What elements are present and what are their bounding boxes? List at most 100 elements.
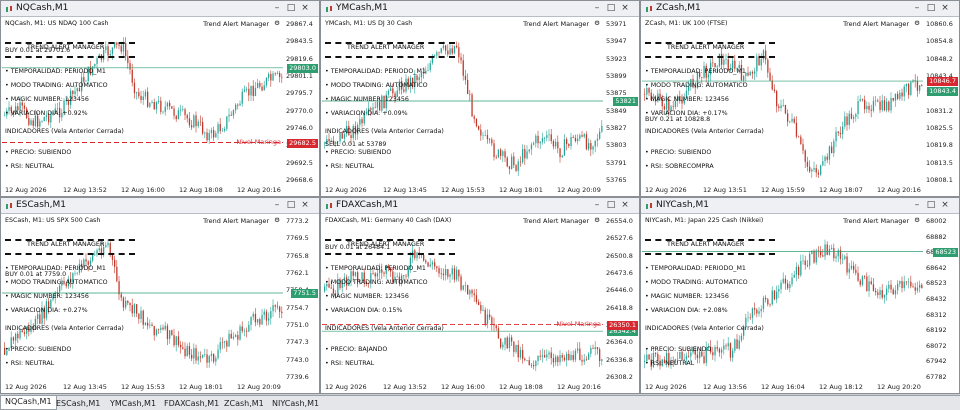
price-axis: 6800268882687626864268523684326831268192… bbox=[923, 215, 959, 381]
candle-body bbox=[550, 134, 552, 142]
candle-body bbox=[94, 64, 96, 67]
candle-body bbox=[460, 276, 462, 290]
candle-body bbox=[806, 264, 809, 266]
candle-body bbox=[387, 90, 390, 95]
settings-gear-icon[interactable]: ⚙ bbox=[274, 19, 280, 27]
candle-body bbox=[456, 269, 458, 280]
chart-window-ym[interactable]: YMCash,M1– □ × 53971 53947 53923 53899 53875 538… bbox=[320, 0, 640, 197]
candle-body bbox=[173, 335, 175, 346]
candle-body bbox=[506, 337, 508, 349]
candlestick-icon bbox=[326, 6, 332, 12]
candle-body bbox=[743, 75, 745, 81]
maximize-icon[interactable]: □ bbox=[285, 199, 297, 211]
symbol-tab[interactable]: NQCash,M1 bbox=[0, 396, 57, 410]
close-icon[interactable]: × bbox=[299, 199, 311, 211]
maximize-icon[interactable]: □ bbox=[605, 199, 617, 211]
settings-gear-icon[interactable]: ⚙ bbox=[594, 19, 600, 27]
candle-body bbox=[186, 346, 188, 357]
chart-window-nq[interactable]: NQCash,M1 – □ × 29867.4 29843.5 29819.6 29801.1… bbox=[0, 0, 320, 197]
symbol-tab[interactable]: ESCash,M1 bbox=[52, 398, 104, 409]
candle-body bbox=[28, 118, 30, 125]
candle-body bbox=[158, 329, 160, 331]
candle-body bbox=[780, 282, 782, 290]
chart-window-niy[interactable]: NIYCash,M1–□×680026888268762686426852368… bbox=[640, 197, 960, 394]
candle-body bbox=[756, 56, 758, 72]
candle-body bbox=[877, 100, 879, 102]
symbol-tab[interactable]: NIYCash,M1 bbox=[268, 398, 323, 409]
candle-body bbox=[453, 45, 456, 54]
open-order-label: SELL 0.01 at 53789 bbox=[325, 141, 387, 148]
candle-body bbox=[210, 353, 213, 357]
minimize-icon[interactable]: – bbox=[271, 199, 283, 211]
current-price-tag: 53821 bbox=[613, 97, 638, 106]
minimize-icon[interactable]: – bbox=[591, 2, 603, 14]
candle-body bbox=[469, 290, 471, 295]
price-axis-tick: 53803 bbox=[606, 141, 627, 150]
candle-body bbox=[592, 146, 594, 150]
price-axis-tick: 26473.6 bbox=[606, 269, 633, 277]
candle-body bbox=[74, 273, 76, 274]
close-icon[interactable]: × bbox=[299, 2, 311, 14]
candle-body bbox=[122, 297, 125, 308]
close-icon[interactable]: × bbox=[619, 2, 631, 14]
candle-body bbox=[511, 337, 513, 342]
price-axis-tick: 10860.6 bbox=[926, 20, 953, 28]
settings-gear-icon[interactable]: ⚙ bbox=[274, 216, 280, 224]
minimize-icon[interactable]: – bbox=[911, 199, 923, 211]
maximize-icon[interactable]: □ bbox=[925, 2, 937, 14]
close-icon[interactable]: × bbox=[619, 199, 631, 211]
candle-body bbox=[497, 328, 500, 339]
candle-body bbox=[872, 100, 875, 111]
candle-body bbox=[857, 272, 859, 281]
candle-body bbox=[758, 311, 760, 314]
candle-body bbox=[442, 45, 445, 49]
candle-body bbox=[451, 268, 453, 275]
candle-body bbox=[438, 52, 440, 53]
candle-body bbox=[140, 310, 142, 319]
chart-titlebar: NIYCash,M1 – □ × bbox=[641, 198, 959, 214]
candle-body bbox=[85, 259, 87, 262]
maximize-icon[interactable]: □ bbox=[285, 2, 297, 14]
rsi-row: • RSI: NEUTRAL bbox=[5, 360, 55, 367]
candle-body bbox=[535, 135, 537, 144]
candle-body bbox=[149, 324, 151, 326]
candle-body bbox=[815, 250, 817, 263]
close-icon[interactable]: × bbox=[939, 199, 951, 211]
candle-body bbox=[259, 319, 261, 325]
minimize-icon[interactable]: – bbox=[271, 2, 283, 14]
trend-alert-manager-label: Trend Alert Manager bbox=[843, 20, 909, 28]
time-axis-tick: 12 Aug 18:12 bbox=[819, 383, 863, 391]
candle-body bbox=[522, 149, 524, 163]
candle-body bbox=[769, 72, 771, 81]
symbol-tab[interactable]: ZCash,M1 bbox=[220, 398, 268, 409]
time-axis-tick: 12 Aug 13:52 bbox=[63, 186, 107, 194]
maximize-icon[interactable]: □ bbox=[925, 199, 937, 211]
chart-window-es[interactable]: ESCash,M1–□×7773.27769.57765.87762.17758… bbox=[0, 197, 320, 394]
price-axis-tick: 68072 bbox=[926, 341, 947, 350]
settings-gear-icon[interactable]: ⚙ bbox=[914, 19, 920, 27]
candle-body bbox=[526, 151, 528, 159]
close-icon[interactable]: × bbox=[939, 2, 951, 14]
chart-titlebar: FDAXCash,M1 – □ × bbox=[321, 198, 639, 214]
settings-gear-icon[interactable]: ⚙ bbox=[914, 216, 920, 224]
symbol-description: FDAXCash, M1: Germany 40 Cash (DAX) bbox=[325, 217, 452, 224]
candle-body bbox=[517, 344, 519, 358]
candle-body bbox=[96, 58, 98, 65]
chart-window-fdax[interactable]: FDAXCash,M1 – □ × 26554.0 26527.6 26500.8 26473… bbox=[320, 197, 640, 394]
candle-body bbox=[594, 347, 596, 349]
candle-body bbox=[883, 295, 886, 298]
price-axis-tick: 26308.2 bbox=[606, 373, 633, 381]
maximize-icon[interactable]: □ bbox=[605, 2, 617, 14]
candle-body bbox=[581, 360, 583, 362]
precio-row: • PRECIO: SUBIENDO bbox=[5, 346, 72, 353]
candle-body bbox=[751, 72, 754, 74]
settings-gear-icon[interactable]: ⚙ bbox=[594, 216, 600, 224]
minimize-icon[interactable]: – bbox=[911, 2, 923, 14]
minimize-icon[interactable]: – bbox=[591, 199, 603, 211]
candle-body bbox=[544, 355, 546, 358]
candle-body bbox=[270, 311, 272, 319]
chart-window-z[interactable]: ZCash,M1– □ × 10860.6 10854.8 10848.2 10843.4 1… bbox=[640, 0, 960, 197]
symbol-tab[interactable]: YMCash,M1 bbox=[106, 398, 160, 409]
symbol-tab[interactable]: FDAXCash,M1 bbox=[160, 398, 223, 409]
candle-body bbox=[513, 156, 515, 166]
